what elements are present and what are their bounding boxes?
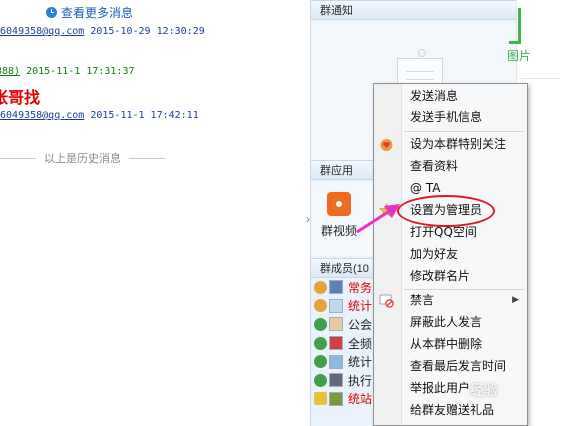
- menu-item-label: 发送消息: [410, 89, 459, 103]
- avatar: [329, 354, 343, 369]
- menu-item-remove-member[interactable]: 从本群中删除: [374, 334, 527, 355]
- member-role-icon: [314, 373, 327, 387]
- menu-item-label: 发送手机信息: [410, 110, 483, 124]
- menu-item-report-user[interactable]: 举报此用户: [374, 378, 527, 399]
- chevron-right-icon[interactable]: ›: [302, 208, 314, 230]
- message-header: 36049358@qq.com 2015-11-1 17:42:11: [0, 110, 199, 121]
- menu-item-label: @ TA: [410, 181, 441, 195]
- member-role-icon: [314, 317, 327, 331]
- history-separator-label: 以上是历史消息: [44, 153, 121, 165]
- highlight-ellipse: [397, 195, 495, 227]
- menu-item-label: 从本群中删除: [410, 337, 483, 351]
- menu-item-label: 给群友赠送礼品: [410, 403, 495, 417]
- menu-item-send-gift[interactable]: 给群友赠送礼品: [374, 400, 527, 421]
- group-video-label: 群视频: [320, 224, 357, 238]
- avatar: [329, 391, 343, 406]
- menu-item-mute[interactable]: 禁言 ▶: [374, 290, 527, 311]
- divider: [521, 78, 561, 79]
- member-context-menu: 发送消息 发送手机信息 设为本群特别关注 查看资料 @ TA 设置为管理员 打开…: [373, 83, 528, 426]
- menu-item-block-messages[interactable]: 屏蔽此人发言: [374, 312, 527, 333]
- avatar: [329, 373, 343, 388]
- member-role-icon: [314, 280, 327, 294]
- menu-item-send-message[interactable]: 发送消息: [374, 86, 527, 107]
- message-time: 2015-10-29 12:30:29: [90, 26, 205, 37]
- clock-icon: [46, 7, 57, 18]
- message-body: 张哥找: [0, 88, 41, 107]
- view-more-messages-link[interactable]: 查看更多消息: [46, 4, 133, 21]
- avatar: [329, 336, 343, 351]
- watermark: 经验: [470, 382, 498, 398]
- member-role-icon: [314, 355, 327, 369]
- message-header: 388) 2015-11-1 17:31:37: [0, 66, 135, 77]
- menu-separator: [404, 131, 524, 132]
- member-name: 统站: [348, 392, 373, 407]
- history-separator: 以上是历史消息: [0, 150, 300, 166]
- menu-item-label: 加为好友: [410, 247, 459, 261]
- menu-item-view-profile[interactable]: 查看资料: [374, 156, 527, 177]
- mute-icon: [379, 294, 394, 308]
- member-role-icon: [314, 299, 327, 313]
- group-video-app[interactable]: 群视频: [319, 192, 359, 239]
- chat-history-pane: 查看更多消息 36049358@qq.com 2015-10-29 12:30:…: [0, 0, 302, 426]
- member-name: 全频: [348, 336, 373, 351]
- message-sender[interactable]: 36049358@qq.com: [0, 110, 84, 121]
- member-name: 统计: [348, 355, 373, 370]
- video-camera-icon: [327, 192, 351, 216]
- menu-item-label: 打开QQ空间: [410, 225, 477, 239]
- menu-item-edit-card[interactable]: 修改群名片: [374, 266, 527, 287]
- member-name: 统计: [348, 299, 373, 314]
- menu-item-label: 设为本群特别关注: [410, 137, 507, 151]
- member-name: 执行: [348, 373, 373, 388]
- menu-item-send-sms[interactable]: 发送手机信息: [374, 107, 527, 128]
- message-sender[interactable]: 388): [0, 66, 20, 77]
- avatar: [329, 298, 343, 313]
- menu-item-label: 查看资料: [410, 159, 459, 173]
- menu-item-special-follow[interactable]: 设为本群特别关注: [374, 134, 527, 155]
- message-time: 2015-11-1 17:42:11: [90, 110, 199, 121]
- heart-badge-icon: [380, 139, 393, 151]
- pointer-arrow-icon: [356, 204, 400, 234]
- menu-item-add-friend[interactable]: 加为好友: [374, 244, 527, 265]
- submenu-arrow-icon: ▶: [512, 295, 519, 305]
- add-image-icon[interactable]: [509, 8, 521, 44]
- menu-item-label: 禁言: [410, 293, 435, 307]
- star-icon: [314, 392, 327, 406]
- avatar: [329, 317, 343, 332]
- member-name: 常务: [348, 280, 373, 295]
- menu-item-label: 查看最后发言时间: [410, 359, 507, 373]
- image-label[interactable]: 图片: [507, 47, 531, 64]
- member-name: 公会: [348, 317, 373, 332]
- menu-item-last-speak-time[interactable]: 查看最后发言时间: [374, 356, 527, 377]
- message-header: 36049358@qq.com 2015-10-29 12:30:29: [0, 26, 205, 37]
- group-notice-title: 群通知: [311, 0, 517, 20]
- avatar: [329, 280, 343, 295]
- menu-item-label: 举报此用户: [410, 381, 471, 395]
- menu-item-label: 屏蔽此人发言: [410, 315, 483, 329]
- message-time: 2015-11-1 17:31:37: [26, 66, 135, 77]
- menu-item-label: 修改群名片: [410, 269, 471, 283]
- message-sender[interactable]: 36049358@qq.com: [0, 26, 84, 37]
- member-role-icon: [314, 336, 327, 350]
- view-more-messages-label: 查看更多消息: [61, 6, 134, 20]
